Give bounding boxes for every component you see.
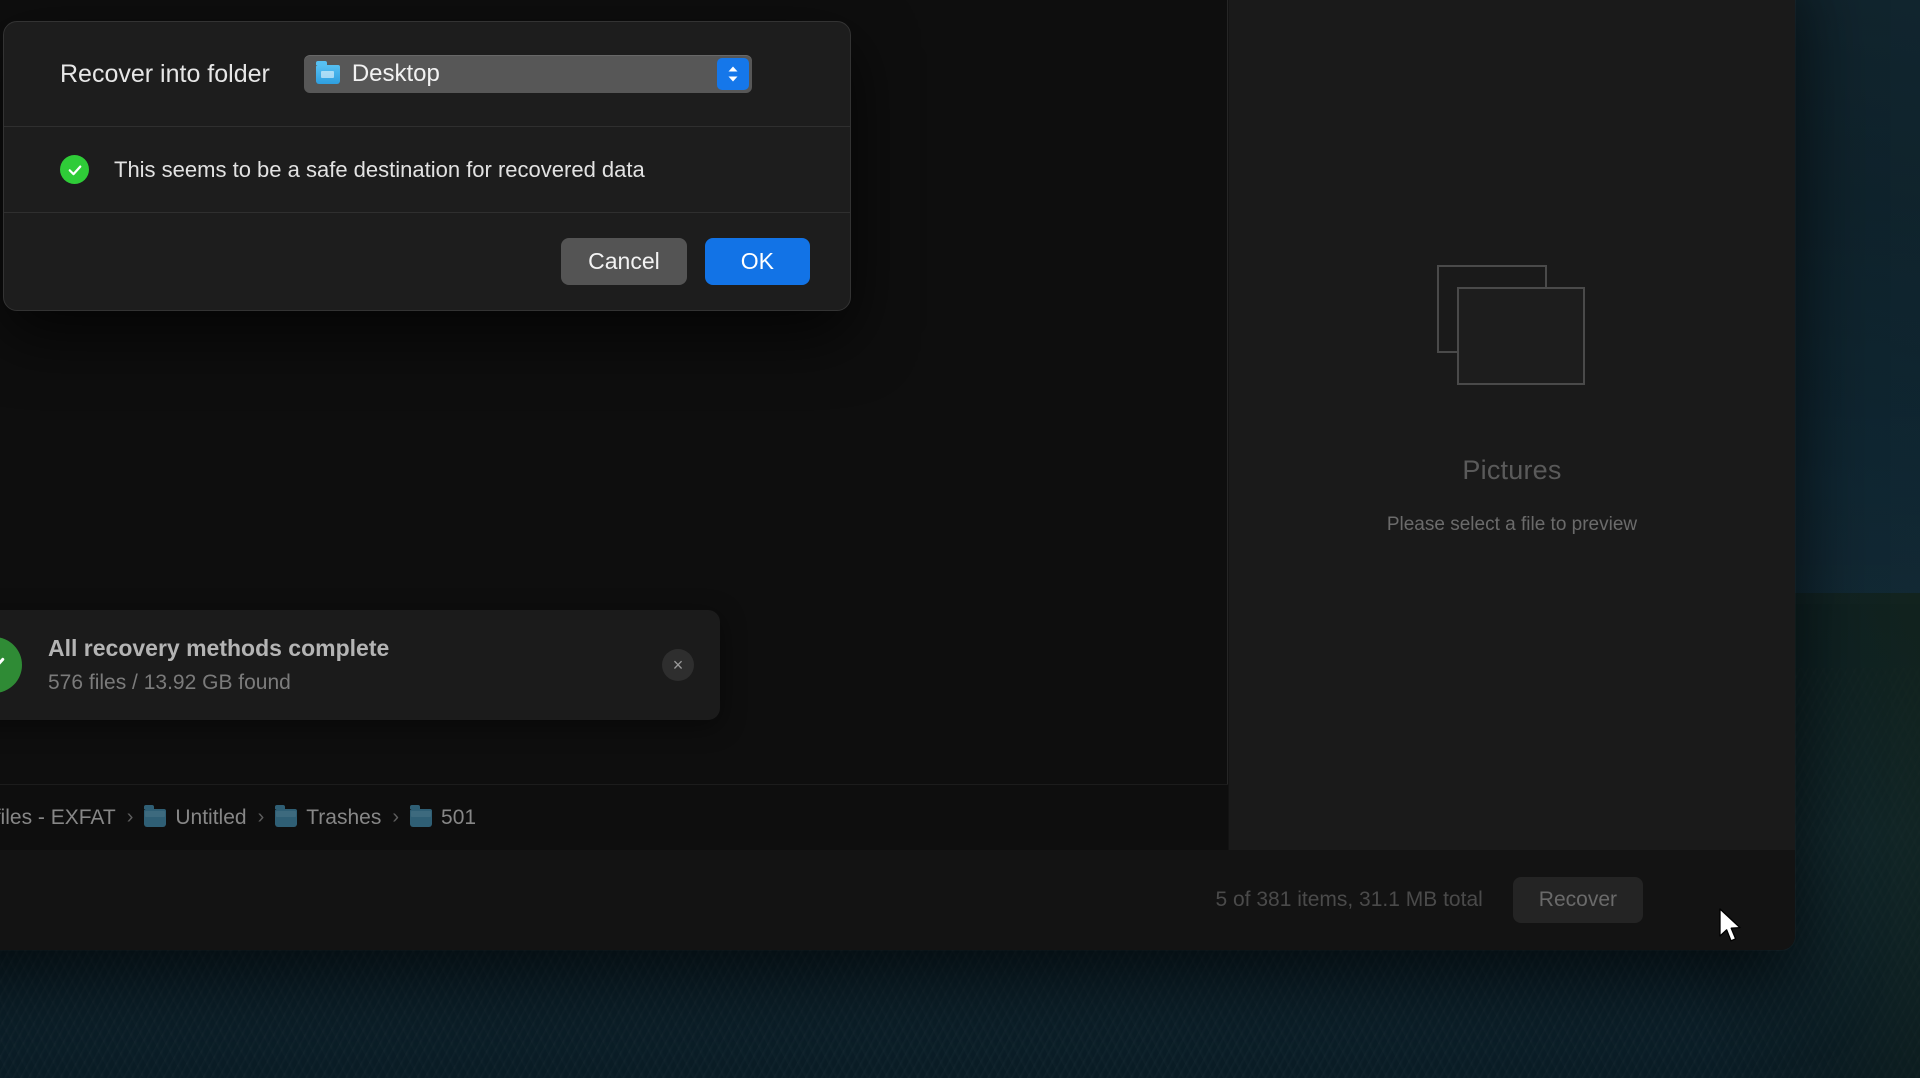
close-icon[interactable]: × [662, 649, 694, 681]
folder-icon [410, 804, 433, 827]
breadcrumb-item-existing-files[interactable]: Existing files - EXFAT [0, 806, 116, 830]
breadcrumb-separator: › [392, 806, 400, 828]
dialog-actions-row: Cancel OK [4, 213, 850, 310]
toast-subtitle: 576 files / 13.92 GB found [48, 671, 291, 694]
green-check-circle-icon [60, 155, 89, 184]
selection-status-text: 5 of 381 items, 31.1 MB total [1215, 888, 1483, 911]
app-window: Pictures Please select a file to preview… [0, 0, 1795, 950]
preview-subtitle: Please select a file to preview [1386, 513, 1638, 535]
safe-destination-text: This seems to be a safe destination for … [114, 156, 645, 182]
preview-pane: Pictures Please select a file to preview [1229, 0, 1795, 850]
stacked-images-icon-front-rect [1457, 286, 1585, 385]
dialog-folder-row: Recover into folder Desktop [4, 22, 850, 126]
recovery-complete-toast: All recovery methods complete 576 files … [0, 610, 720, 720]
folder-select[interactable]: Desktop [303, 55, 752, 93]
dialog-status-row: This seems to be a safe destination for … [4, 127, 850, 212]
recover-into-folder-dialog: Recover into folder Desktop This seems t… [3, 21, 851, 311]
recover-button[interactable]: Recover [1512, 877, 1643, 923]
breadcrumb-label-existing-files: Existing files - EXFAT [0, 805, 116, 829]
breadcrumb-separator: › [126, 806, 134, 828]
toast-body: All recovery methods complete 576 files … [48, 635, 662, 695]
breadcrumb-label-untitled: Untitled [175, 805, 247, 829]
breadcrumb-item-501[interactable]: 501 [410, 804, 477, 830]
recover-into-folder-label: Recover into folder [60, 59, 270, 88]
preview-title: Pictures [1462, 454, 1562, 485]
up-down-chevrons-icon[interactable] [716, 58, 749, 90]
folder-icon [275, 804, 298, 827]
breadcrumb-item-trashes[interactable]: Trashes [275, 804, 382, 830]
breadcrumb[interactable]: e › Existing files - EXFAT › Untitled › … [0, 784, 1228, 850]
toast-title: All recovery methods complete [48, 635, 390, 661]
status-bar: 5 of 381 items, 31.1 MB total Recover [0, 850, 1795, 950]
folder-select-value: Desktop [351, 60, 440, 87]
blue-folder-icon [315, 60, 340, 84]
breadcrumb-label-501: 501 [441, 805, 477, 829]
breadcrumb-separator: › [257, 806, 265, 828]
breadcrumb-item-untitled[interactable]: Untitled [144, 804, 247, 830]
check-circle-icon [0, 637, 22, 693]
ok-button[interactable]: OK [704, 238, 810, 285]
folder-icon [144, 804, 167, 827]
breadcrumb-label-trashes: Trashes [306, 805, 382, 829]
stacked-images-icon [1437, 264, 1587, 385]
cancel-button[interactable]: Cancel [561, 238, 687, 285]
